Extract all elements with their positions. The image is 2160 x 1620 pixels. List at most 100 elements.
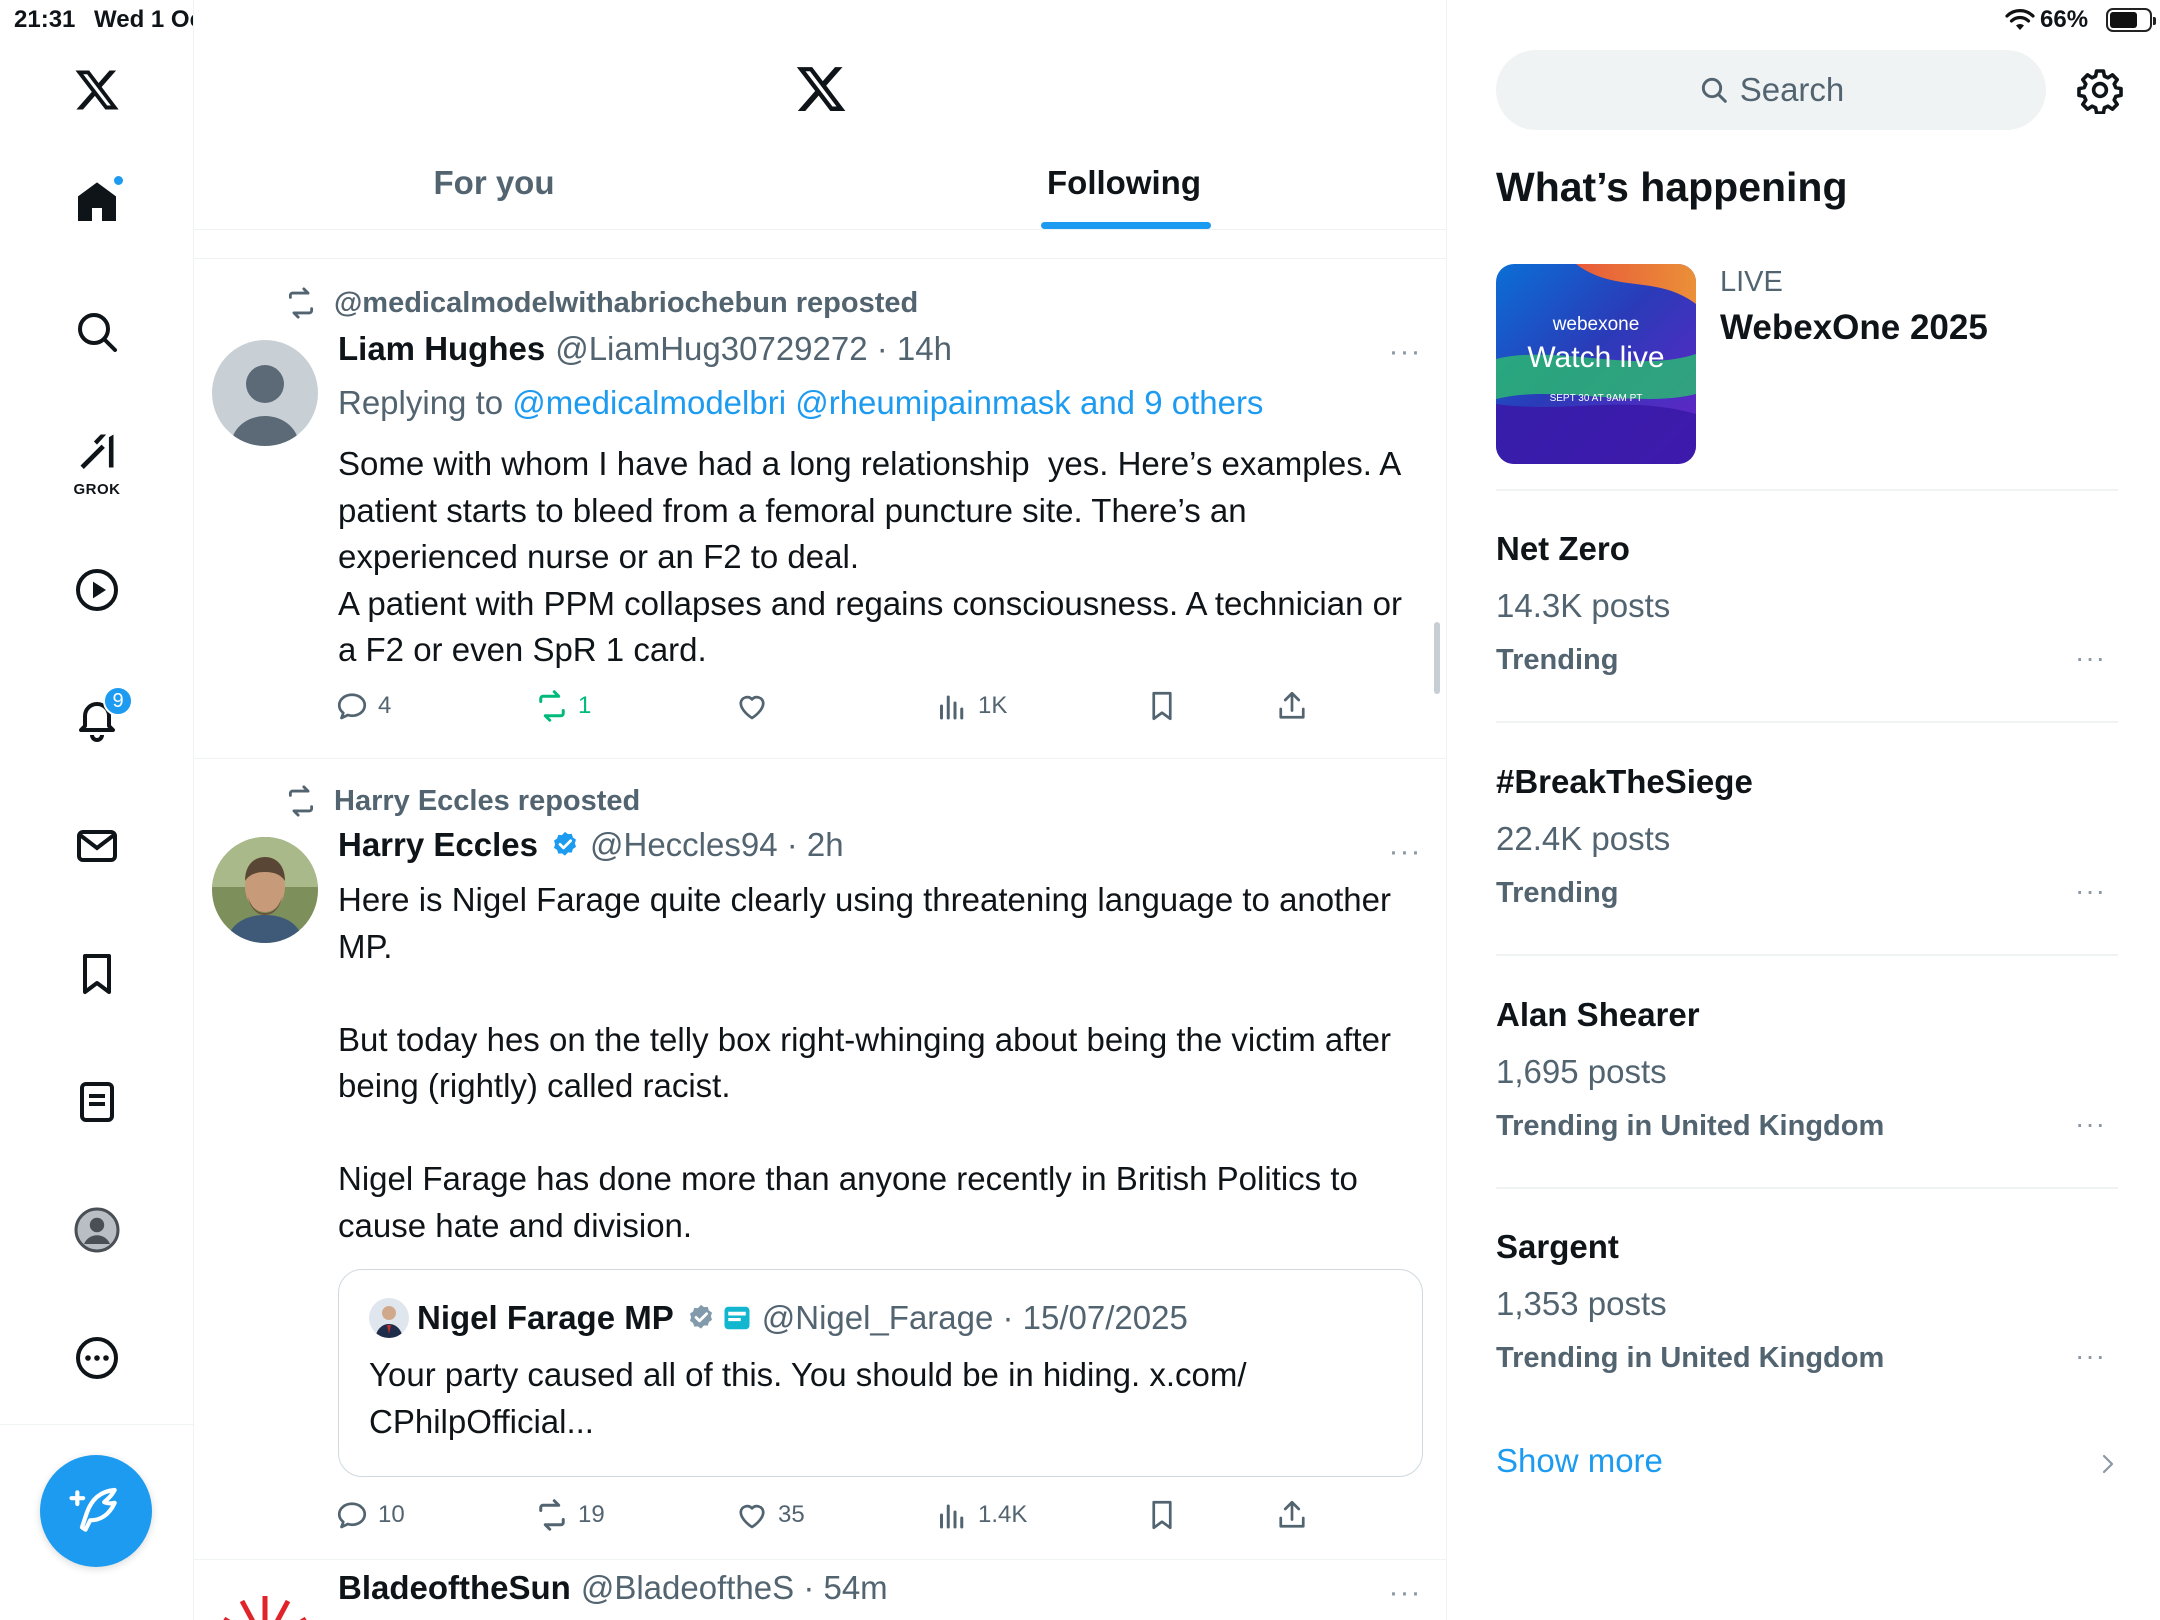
- search-input[interactable]: Search: [1496, 50, 2046, 130]
- timeline-header: For you Following: [194, 0, 1446, 230]
- quoted-avatar[interactable]: [369, 1298, 409, 1338]
- post-card[interactable]: @medicalmodelwithabriochebun reposted Li…: [194, 260, 1446, 759]
- trend-more-icon[interactable]: ···: [2075, 642, 2106, 674]
- author-handle[interactable]: @Heccles94 · 2h: [590, 826, 844, 864]
- timeline-divider: [194, 231, 1446, 259]
- reply-icon: [337, 1502, 367, 1529]
- active-tab-indicator: [1041, 222, 1211, 229]
- repost-button[interactable]: 19: [534, 1492, 605, 1538]
- trend-count: 1,353 posts: [1496, 1285, 1667, 1322]
- repost-label: @medicalmodelwithabriochebun reposted: [334, 286, 919, 319]
- reply-button[interactable]: 10: [334, 1492, 405, 1538]
- show-more-link[interactable]: Show more: [1496, 1442, 1663, 1480]
- like-count: 35: [778, 1501, 805, 1528]
- author-handle[interactable]: @LiamHug30729272 · 14h: [555, 330, 952, 368]
- tab-for-you[interactable]: For you: [194, 140, 794, 230]
- reply-button[interactable]: 4: [334, 683, 391, 729]
- like-button[interactable]: [734, 683, 778, 729]
- scrollbar-thumb[interactable]: [1434, 622, 1440, 694]
- views-count: 1K: [978, 692, 1008, 719]
- trend-meta: Trending: [1496, 644, 1619, 676]
- sidebar-divider: [1496, 489, 2118, 491]
- post-card[interactable]: Harry Eccles reposted Harry Eccles @Hecc…: [194, 760, 1446, 1560]
- author-name[interactable]: Liam Hughes: [338, 330, 545, 368]
- grok-icon[interactable]: GROK: [57, 420, 137, 504]
- trend-item[interactable]: Alan Shearer 1,695 posts Trending in Uni…: [1496, 996, 2118, 1196]
- post-more-icon[interactable]: ···: [1385, 1578, 1425, 1613]
- bookmark-button[interactable]: [1144, 683, 1188, 729]
- search-icon[interactable]: [57, 292, 137, 372]
- replying-to-links[interactable]: @medicalmodelbri @rheumipainmask and 9 o…: [512, 384, 1263, 421]
- author-handle[interactable]: @BladeoftheS · 54m: [581, 1569, 888, 1607]
- quoted-author-handle[interactable]: @Nigel_Farage · 15/07/2025: [762, 1299, 1188, 1337]
- quoted-post[interactable]: Nigel Farage MP @Nigel_Farage · 15/07/20…: [338, 1269, 1423, 1477]
- repost-context: @medicalmodelwithabriochebun reposted: [284, 286, 918, 320]
- bookmarks-icon[interactable]: [57, 934, 137, 1014]
- views-button[interactable]: 1K: [934, 683, 1007, 729]
- bookmark-icon: [1152, 691, 1172, 721]
- avatar[interactable]: [212, 837, 318, 943]
- trend-item[interactable]: Net Zero 14.3K posts Trending ···: [1496, 530, 2118, 730]
- messages-icon[interactable]: [57, 806, 137, 886]
- x-logo-icon[interactable]: [794, 62, 848, 116]
- notifications-bell-icon[interactable]: 9: [57, 678, 137, 758]
- profile-avatar-icon[interactable]: [57, 1190, 137, 1270]
- thumbnail-cta: Watch live: [1527, 341, 1664, 374]
- trend-item[interactable]: #BreakTheSiege 22.4K posts Trending ···: [1496, 763, 2118, 963]
- search-icon: [1701, 77, 1727, 103]
- settings-gear-icon[interactable]: [2076, 66, 2124, 114]
- post-header: Liam Hughes @LiamHug30729272 · 14h: [338, 330, 952, 368]
- live-event-title[interactable]: WebexOne 2025: [1720, 308, 1988, 348]
- replying-to: Replying to @medicalmodelbri @rheumipain…: [338, 384, 1263, 422]
- right-sidebar: Search What’s happening webexone Watch l…: [1448, 0, 2160, 1620]
- video-icon[interactable]: [57, 550, 137, 630]
- author-name[interactable]: BladeoftheSun: [338, 1569, 571, 1607]
- x-logo-icon[interactable]: [57, 50, 137, 130]
- post-text: Some with whom I have had a long relatio…: [338, 445, 1402, 668]
- author-name[interactable]: Harry Eccles: [338, 826, 538, 864]
- post-more-icon[interactable]: ···: [1385, 337, 1425, 372]
- quoted-post-text: Your party caused all of this. You shoul…: [369, 1356, 1247, 1440]
- reply-count: 10: [378, 1501, 405, 1528]
- views-button[interactable]: 1.4K: [934, 1492, 1027, 1538]
- home-icon[interactable]: [57, 162, 137, 242]
- trend-more-icon[interactable]: ···: [2075, 1108, 2106, 1140]
- trend-title: Alan Shearer: [1496, 996, 1700, 1033]
- home-unread-dot: [112, 174, 125, 187]
- post-header: BladeoftheSun @BladeoftheS · 54m: [338, 1569, 888, 1607]
- compose-post-button[interactable]: [40, 1455, 152, 1567]
- bookmark-button[interactable]: [1144, 1492, 1188, 1538]
- heart-icon: [739, 1504, 765, 1529]
- post-actions: 4 1 1K: [334, 683, 1334, 729]
- avatar[interactable]: [212, 1591, 318, 1620]
- heart-icon: [739, 695, 765, 720]
- search-placeholder: Search: [1739, 71, 1845, 108]
- left-navigation: GROK 9: [0, 0, 194, 1620]
- quoted-post-header: Nigel Farage MP @Nigel_Farage · 15/07/20…: [369, 1298, 1188, 1338]
- repost-context: Harry Eccles reposted: [284, 784, 640, 818]
- live-event-thumbnail[interactable]: webexone Watch live SEPT 30 AT 9AM PT: [1496, 264, 1696, 464]
- post-card[interactable]: BladeoftheSun @BladeoftheS · 54m ···: [194, 1561, 1446, 1620]
- affiliate-badge-icon: [724, 1306, 750, 1330]
- tab-following[interactable]: Following: [824, 140, 1424, 230]
- reply-icon: [337, 693, 367, 720]
- chevron-right-icon: [2102, 1454, 2114, 1474]
- trend-meta: Trending in United Kingdom: [1496, 1342, 1885, 1374]
- trend-more-icon[interactable]: ···: [2075, 875, 2106, 907]
- share-button[interactable]: [1274, 683, 1318, 729]
- grok-label: GROK: [73, 481, 121, 498]
- trend-more-icon[interactable]: ···: [2075, 1340, 2106, 1372]
- lists-icon[interactable]: [57, 1062, 137, 1142]
- views-count: 1.4K: [978, 1501, 1028, 1528]
- repost-button[interactable]: 1: [534, 683, 591, 729]
- quoted-author-name[interactable]: Nigel Farage MP: [417, 1299, 674, 1337]
- trend-item[interactable]: Sargent 1,353 posts Trending in United K…: [1496, 1228, 2118, 1428]
- share-button[interactable]: [1274, 1492, 1318, 1538]
- post-more-icon[interactable]: ···: [1385, 837, 1425, 872]
- trend-title: Net Zero: [1496, 530, 1630, 567]
- like-button[interactable]: 35: [734, 1492, 805, 1538]
- more-options-icon[interactable]: [57, 1318, 137, 1398]
- post-actions: 10 19 35 1.4K: [334, 1492, 1334, 1538]
- avatar[interactable]: [212, 340, 318, 446]
- verified-badge-gray-icon: [689, 1304, 712, 1329]
